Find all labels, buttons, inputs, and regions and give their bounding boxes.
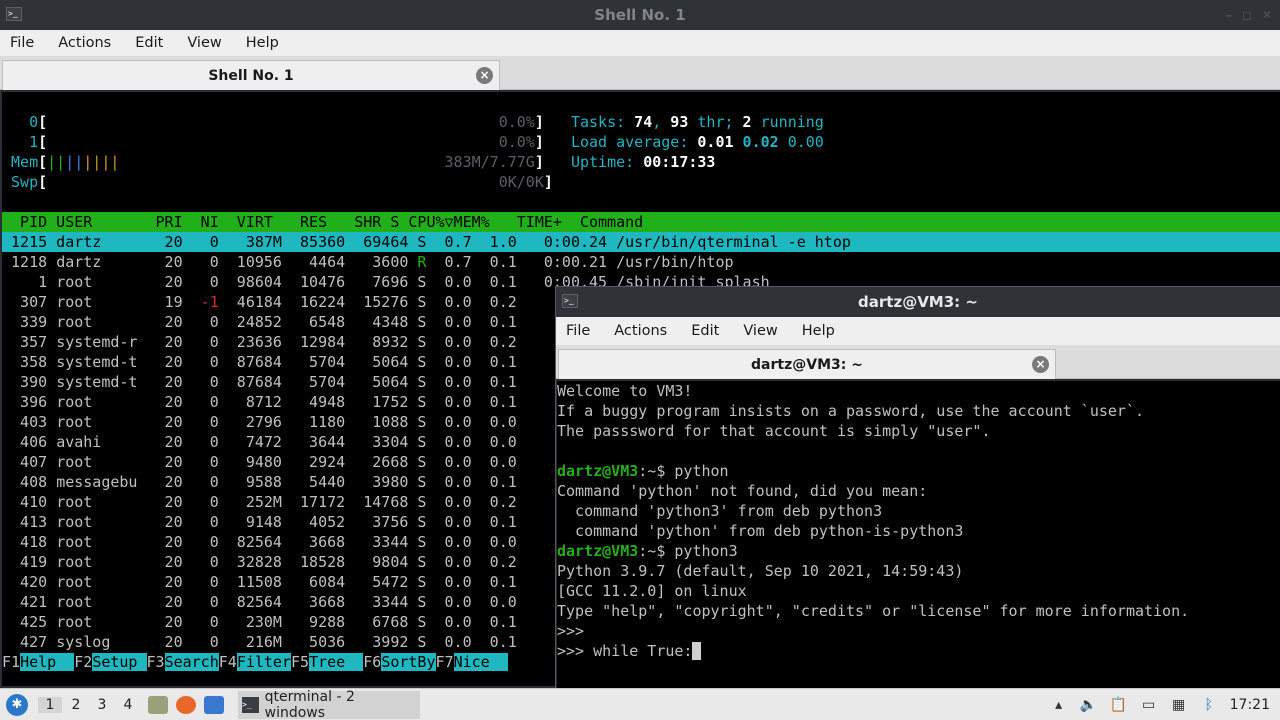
terminal-line: The passsword for that account is simply… xyxy=(557,422,991,440)
task-qterminal[interactable]: >_ qterminal - 2 windows xyxy=(238,688,420,720)
text-cursor xyxy=(692,642,702,660)
menu-help[interactable]: Help xyxy=(802,323,835,339)
tab-label: Shell No. 1 xyxy=(208,67,294,84)
fkey-f5[interactable]: F5 xyxy=(291,653,309,671)
cpu0-meter: 0[ 0.0%] Tasks: 74, 93 thr; 2 running xyxy=(29,113,824,131)
terminal-icon: >_ xyxy=(242,696,259,713)
volume-icon[interactable]: 🔈 xyxy=(1080,696,1098,714)
window-title: dartz@VM3: ~ xyxy=(858,293,978,311)
terminal-input-line[interactable]: >>> while True: xyxy=(557,641,1280,661)
taskbar: ✱ 1 2 3 4 >_ qterminal - 2 windows ▴ 🔈 📋… xyxy=(0,688,1280,720)
workspace-4[interactable]: 4 xyxy=(116,697,140,713)
fkey-label[interactable]: Setup xyxy=(92,653,147,671)
close-icon[interactable]: ✕ xyxy=(1262,8,1272,22)
fkey-f2[interactable]: F2 xyxy=(74,653,92,671)
minimize-icon[interactable]: – xyxy=(1226,8,1232,22)
tab-bar: Shell No. 1 × xyxy=(0,56,1280,90)
fkey-label[interactable]: Help xyxy=(20,653,75,671)
menubar: File Actions Edit View Help xyxy=(556,317,1280,345)
terminal-line: Python 3.9.7 (default, Sep 10 2021, 14:5… xyxy=(557,562,964,580)
menu-actions[interactable]: Actions xyxy=(58,35,111,51)
tray-up-arrow-icon[interactable]: ▴ xyxy=(1050,696,1068,714)
window-dartz-vm3: >_ dartz@VM3: ~ File Actions Edit View H… xyxy=(555,286,1280,689)
terminal-line: Command 'python' not found, did you mean… xyxy=(557,482,928,500)
fkey-f3[interactable]: F3 xyxy=(147,653,165,671)
terminal-line: Welcome to VM3! xyxy=(557,382,693,400)
shell-terminal[interactable]: Welcome to VM3! If a buggy program insis… xyxy=(557,381,1280,689)
fkey-f1[interactable]: F1 xyxy=(2,653,20,671)
menu-help[interactable]: Help xyxy=(246,35,279,51)
fkey-label[interactable]: Nice xyxy=(453,653,508,671)
menu-actions[interactable]: Actions xyxy=(614,323,667,339)
window-title: Shell No. 1 xyxy=(594,6,686,24)
tab-close-icon[interactable]: × xyxy=(476,67,493,84)
tab-shell-no-1[interactable]: Shell No. 1 × xyxy=(2,60,500,90)
clipboard-icon[interactable]: 📋 xyxy=(1110,696,1128,714)
mem-meter: Mem[|||||||| 383M/7.77G] Uptime: 00:17:3… xyxy=(11,153,716,171)
menu-file[interactable]: File xyxy=(10,35,34,51)
fkey-f4[interactable]: F4 xyxy=(219,653,237,671)
fkey-label[interactable]: Search xyxy=(164,653,219,671)
terminal-line: If a buggy program insists on a password… xyxy=(557,402,1144,420)
fkey-label[interactable]: Filter xyxy=(236,653,291,671)
tab-dartz-vm3[interactable]: dartz@VM3: ~ × xyxy=(558,349,1056,379)
fkey-label[interactable]: Tree xyxy=(309,653,364,671)
workspace-1[interactable]: 1 xyxy=(38,696,62,713)
desktop-icon[interactable] xyxy=(204,695,224,714)
process-table-header[interactable]: PID USER PRI NI VIRT RES SHR S CPU%▽MEM%… xyxy=(2,212,1280,232)
window-titlebar[interactable]: >_ dartz@VM3: ~ xyxy=(556,287,1280,317)
process-row[interactable]: 1215 dartz 20 0 387M 85360 69464 S 0.7 1… xyxy=(2,232,1280,252)
menu-file[interactable]: File xyxy=(566,323,590,339)
menubar: File Actions Edit View Help xyxy=(0,30,1280,56)
fkey-f6[interactable]: F6 xyxy=(363,653,381,671)
menu-view[interactable]: View xyxy=(187,35,221,51)
terminal-line: dartz@VM3:~$ python3 xyxy=(557,542,738,560)
terminal-line: Type "help", "copyright", "credits" or "… xyxy=(557,602,1190,620)
bluetooth-icon[interactable]: ᛒ xyxy=(1200,696,1218,714)
notification-icon[interactable]: ▦ xyxy=(1170,696,1188,714)
tab-bar: dartz@VM3: ~ × xyxy=(556,345,1280,379)
swp-meter: Swp[ 0K/0K] xyxy=(11,173,553,191)
fkey-f7[interactable]: F7 xyxy=(436,653,454,671)
menu-view[interactable]: View xyxy=(743,323,777,339)
fkey-label[interactable]: SortBy xyxy=(381,653,436,671)
workspace-3[interactable]: 3 xyxy=(90,697,114,713)
terminal-icon: >_ xyxy=(562,294,578,308)
function-key-bar: F1Help F2Setup F3SearchF4FilterF5Tree F6… xyxy=(2,652,508,672)
tab-close-icon[interactable]: × xyxy=(1032,356,1049,373)
terminal-icon: >_ xyxy=(6,7,22,21)
app-menu-icon[interactable]: ✱ xyxy=(6,693,28,716)
maximize-icon[interactable]: ◻ xyxy=(1242,8,1252,22)
clock[interactable]: 17:21 xyxy=(1230,697,1270,713)
terminal-line: [GCC 11.2.0] on linux xyxy=(557,582,747,600)
terminal-line: >>> xyxy=(557,622,585,640)
tab-label: dartz@VM3: ~ xyxy=(751,356,863,373)
system-tray: ▴ 🔈 📋 ▭ ▦ ᛒ 17:21 xyxy=(1050,696,1280,714)
window-titlebar[interactable]: >_ Shell No. 1 – ◻ ✕ xyxy=(0,0,1280,30)
process-row[interactable]: 1218 dartz 20 0 10956 4464 3600 R 0.7 0.… xyxy=(2,252,1280,272)
terminal-line: dartz@VM3:~$ python xyxy=(557,462,729,480)
terminal-line: command 'python3' from deb python3 xyxy=(557,502,883,520)
firefox-icon[interactable] xyxy=(176,695,196,714)
file-manager-icon[interactable] xyxy=(148,695,168,714)
cpu1-meter: 1[ 0.0%] Load average: 0.01 0.02 0.00 xyxy=(29,133,824,151)
terminal-line: command 'python' from deb python-is-pyth… xyxy=(557,522,964,540)
task-label: qterminal - 2 windows xyxy=(264,688,355,720)
menu-edit[interactable]: Edit xyxy=(691,323,719,339)
menu-edit[interactable]: Edit xyxy=(135,35,163,51)
workspace-2[interactable]: 2 xyxy=(64,697,88,713)
network-icon[interactable]: ▭ xyxy=(1140,696,1158,714)
